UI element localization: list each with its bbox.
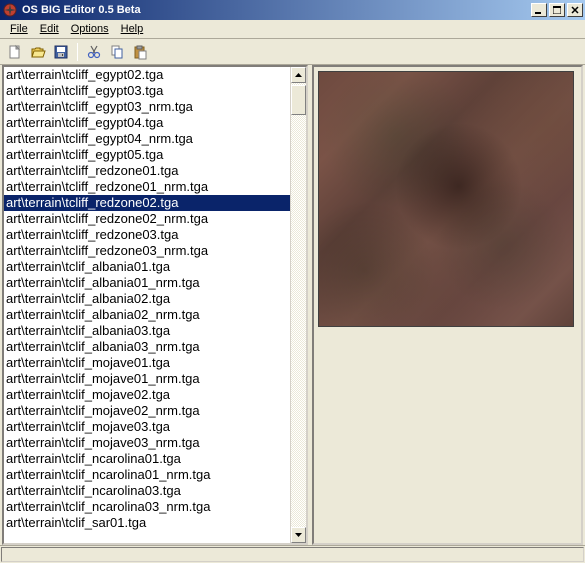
list-item[interactable]: art\terrain\tcliff_redzone03.tga [4, 227, 290, 243]
close-button[interactable] [567, 3, 583, 17]
list-item[interactable]: art\terrain\tclif_albania01_nrm.tga [4, 275, 290, 291]
list-item[interactable]: art\terrain\tcliff_egypt04.tga [4, 115, 290, 131]
new-file-button[interactable] [4, 41, 26, 63]
list-item[interactable]: art\terrain\tcliff_egypt03_nrm.tga [4, 99, 290, 115]
toolbar [0, 39, 585, 65]
list-item[interactable]: art\terrain\tclif_ncarolina01_nrm.tga [4, 467, 290, 483]
status-cell [1, 547, 584, 562]
open-file-button[interactable] [27, 41, 49, 63]
maximize-button[interactable] [549, 3, 565, 17]
file-list[interactable]: art\terrain\tcliff_egypt02.tgaart\terrai… [4, 67, 290, 543]
preview-panel [312, 65, 583, 545]
menu-edit[interactable]: Edit [34, 21, 65, 37]
scroll-down-button[interactable] [291, 527, 306, 543]
list-item[interactable]: art\terrain\tclif_ncarolina03.tga [4, 483, 290, 499]
paste-button[interactable] [129, 41, 151, 63]
save-file-button[interactable] [50, 41, 72, 63]
list-item[interactable]: art\terrain\tclif_mojave03.tga [4, 419, 290, 435]
list-item[interactable]: art\terrain\tclif_mojave02.tga [4, 387, 290, 403]
window-title: OS BIG Editor 0.5 Beta [22, 4, 531, 16]
toolbar-separator [77, 43, 78, 61]
list-item[interactable]: art\terrain\tclif_ncarolina03_nrm.tga [4, 499, 290, 515]
scroll-track[interactable] [291, 83, 306, 527]
list-item[interactable]: art\terrain\tclif_sar01.tga [4, 515, 290, 531]
menu-file[interactable]: File [4, 21, 34, 37]
content-area: art\terrain\tcliff_egypt02.tgaart\terrai… [0, 65, 585, 545]
list-item[interactable]: art\terrain\tcliff_egypt04_nrm.tga [4, 131, 290, 147]
scroll-up-button[interactable] [291, 67, 306, 83]
list-item[interactable]: art\terrain\tcliff_egypt02.tga [4, 67, 290, 83]
scrollbar[interactable] [290, 67, 306, 543]
menu-options[interactable]: Options [65, 21, 115, 37]
status-bar [0, 545, 585, 563]
list-item[interactable]: art\terrain\tclif_albania02.tga [4, 291, 290, 307]
list-item[interactable]: art\terrain\tclif_albania03_nrm.tga [4, 339, 290, 355]
list-item[interactable]: art\terrain\tcliff_redzone02_nrm.tga [4, 211, 290, 227]
menu-help[interactable]: Help [115, 21, 150, 37]
list-item[interactable]: art\terrain\tcliff_redzone01_nrm.tga [4, 179, 290, 195]
title-bar: OS BIG Editor 0.5 Beta [0, 0, 585, 20]
list-item[interactable]: art\terrain\tcliff_egypt05.tga [4, 147, 290, 163]
copy-button[interactable] [106, 41, 128, 63]
file-list-panel: art\terrain\tcliff_egypt02.tgaart\terrai… [2, 65, 308, 545]
list-item[interactable]: art\terrain\tcliff_egypt03.tga [4, 83, 290, 99]
list-item[interactable]: art\terrain\tcliff_redzone02.tga [4, 195, 290, 211]
list-item[interactable]: art\terrain\tclif_mojave03_nrm.tga [4, 435, 290, 451]
minimize-button[interactable] [531, 3, 547, 17]
list-item[interactable]: art\terrain\tclif_mojave01_nrm.tga [4, 371, 290, 387]
list-item[interactable]: art\terrain\tcliff_redzone03_nrm.tga [4, 243, 290, 259]
list-item[interactable]: art\terrain\tclif_albania03.tga [4, 323, 290, 339]
list-item[interactable]: art\terrain\tclif_mojave01.tga [4, 355, 290, 371]
list-item[interactable]: art\terrain\tclif_mojave02_nrm.tga [4, 403, 290, 419]
app-icon [2, 2, 18, 18]
list-item[interactable]: art\terrain\tclif_ncarolina01.tga [4, 451, 290, 467]
menu-bar: File Edit Options Help [0, 20, 585, 39]
list-item[interactable]: art\terrain\tclif_albania01.tga [4, 259, 290, 275]
list-item[interactable]: art\terrain\tcliff_redzone01.tga [4, 163, 290, 179]
list-item[interactable]: art\terrain\tclif_albania02_nrm.tga [4, 307, 290, 323]
texture-preview-image [318, 71, 574, 327]
cut-button[interactable] [83, 41, 105, 63]
scroll-thumb[interactable] [291, 85, 306, 115]
